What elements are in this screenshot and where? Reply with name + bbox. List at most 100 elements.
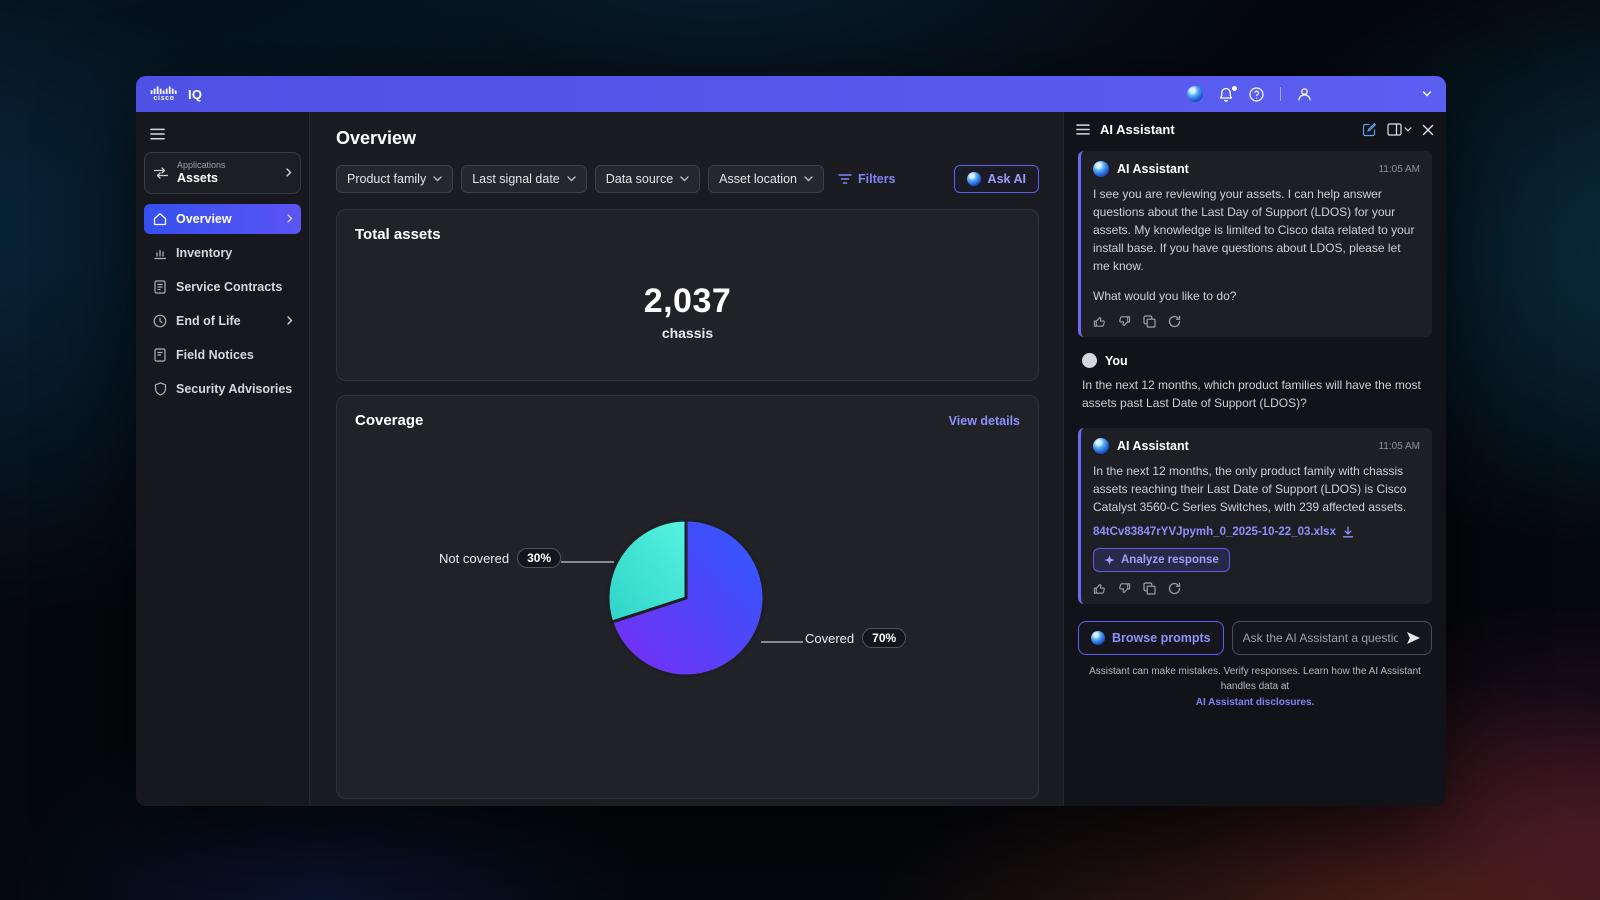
message-sender: AI Assistant bbox=[1117, 162, 1189, 176]
assistant-question-input[interactable] bbox=[1243, 631, 1398, 645]
regenerate-icon[interactable] bbox=[1168, 582, 1181, 595]
disclaimer-text: Assistant can make mistakes. Verify resp… bbox=[1089, 666, 1421, 693]
analyze-response-button[interactable]: Analyze response bbox=[1093, 548, 1230, 572]
message-timestamp: 11:05 AM bbox=[1378, 441, 1420, 452]
notice-document-icon bbox=[152, 348, 168, 362]
total-assets-title: Total assets bbox=[355, 226, 441, 243]
send-icon[interactable] bbox=[1406, 631, 1421, 645]
filter-label: Data source bbox=[606, 172, 673, 186]
assistant-message: AI Assistant 11:05 AM In the next 12 mon… bbox=[1078, 428, 1432, 604]
thumbs-down-icon[interactable] bbox=[1118, 582, 1131, 595]
not-covered-value-pill: 30% bbox=[517, 548, 561, 568]
total-assets-value-block: 2,037 chassis bbox=[337, 282, 1038, 341]
ask-ai-button[interactable]: Ask AI bbox=[954, 165, 1039, 193]
ai-assistant-avatar-icon bbox=[1093, 438, 1109, 454]
message-sender: AI Assistant bbox=[1117, 439, 1189, 453]
shield-icon bbox=[152, 382, 168, 396]
chevron-right-icon bbox=[287, 214, 293, 223]
sidebar-item-service-contracts[interactable]: Service Contracts bbox=[144, 272, 301, 302]
home-icon bbox=[152, 212, 168, 226]
notifications-icon[interactable] bbox=[1219, 87, 1233, 102]
sidebar-menu-icon[interactable] bbox=[144, 122, 171, 152]
new-chat-icon[interactable] bbox=[1362, 122, 1377, 137]
app-window: cisco IQ bbox=[136, 76, 1446, 806]
help-icon[interactable] bbox=[1249, 87, 1264, 102]
sidebar-item-security-advisories[interactable]: Security Advisories bbox=[144, 374, 301, 404]
user-avatar bbox=[1082, 353, 1097, 368]
inventory-chart-icon bbox=[152, 246, 168, 260]
ai-orb-icon bbox=[967, 172, 981, 186]
chevron-right-icon bbox=[286, 168, 292, 177]
sidebar-item-overview[interactable]: Overview bbox=[144, 204, 301, 234]
sidebar-item-end-of-life[interactable]: End of Life bbox=[144, 306, 301, 336]
filter-data-source[interactable]: Data source bbox=[595, 165, 700, 193]
window-chevron-down-icon[interactable] bbox=[1422, 91, 1432, 97]
filter-label: Last signal date bbox=[472, 172, 560, 186]
covered-callout-line bbox=[761, 641, 803, 643]
chevron-down-icon bbox=[680, 176, 689, 182]
panel-layout-icon[interactable] bbox=[1387, 123, 1412, 136]
ai-assistant-avatar-icon bbox=[1093, 161, 1109, 177]
application-switcher[interactable]: Applications Assets bbox=[144, 152, 301, 194]
ask-ai-label: Ask AI bbox=[988, 172, 1026, 186]
chevron-down-icon bbox=[567, 176, 576, 182]
filters-button[interactable]: Filters bbox=[838, 172, 896, 186]
assistant-header-actions bbox=[1362, 122, 1434, 137]
ai-orb-icon bbox=[1091, 631, 1105, 645]
thumbs-up-icon[interactable] bbox=[1093, 582, 1106, 595]
close-assistant-icon[interactable] bbox=[1422, 124, 1434, 136]
applications-label: Applications bbox=[177, 160, 278, 171]
message-sender: You bbox=[1105, 354, 1128, 368]
thumbs-down-icon[interactable] bbox=[1118, 315, 1131, 328]
analyze-response-label: Analyze response bbox=[1121, 554, 1219, 566]
applications-icon bbox=[153, 166, 169, 180]
assistant-menu-icon[interactable] bbox=[1076, 124, 1090, 135]
message-text: In the next 12 months, the only product … bbox=[1093, 462, 1420, 516]
page-title: Overview bbox=[336, 128, 1039, 149]
sidebar-item-field-notices[interactable]: Field Notices bbox=[144, 340, 301, 370]
filter-icon bbox=[838, 173, 852, 185]
copy-icon[interactable] bbox=[1143, 315, 1156, 328]
topbar: cisco IQ bbox=[136, 76, 1446, 112]
user-message: You In the next 12 months, which product… bbox=[1078, 351, 1432, 414]
view-details-link[interactable]: View details bbox=[949, 414, 1020, 428]
user-account-icon[interactable] bbox=[1297, 87, 1312, 102]
message-actions bbox=[1093, 315, 1420, 328]
disclaimer-link[interactable]: AI Assistant disclosures. bbox=[1084, 695, 1426, 711]
not-covered-text: Not covered bbox=[439, 551, 509, 566]
topbar-actions bbox=[1187, 86, 1432, 102]
assistant-disclaimer: Assistant can make mistakes. Verify resp… bbox=[1064, 655, 1446, 711]
assistant-message: AI Assistant 11:05 AM I see you are revi… bbox=[1078, 151, 1432, 337]
filter-last-signal-date[interactable]: Last signal date bbox=[461, 165, 587, 193]
coverage-title: Coverage bbox=[355, 412, 423, 429]
chevron-down-icon bbox=[804, 176, 813, 182]
chevron-down-icon bbox=[433, 176, 442, 182]
chevron-down-icon bbox=[1404, 127, 1412, 132]
thumbs-up-icon[interactable] bbox=[1093, 315, 1106, 328]
sidebar-item-inventory[interactable]: Inventory bbox=[144, 238, 301, 268]
assistant-header: AI Assistant bbox=[1064, 112, 1446, 143]
product-brand: IQ bbox=[188, 87, 202, 102]
regenerate-icon[interactable] bbox=[1168, 315, 1181, 328]
attachment-link[interactable]: 84tCv83847rYVJpymh_0_2025-10-22_03.xlsx bbox=[1093, 526, 1420, 538]
sparkle-icon bbox=[1104, 555, 1115, 566]
message-header: AI Assistant 11:05 AM bbox=[1093, 161, 1420, 177]
filter-product-family[interactable]: Product family bbox=[336, 165, 453, 193]
copy-icon[interactable] bbox=[1143, 582, 1156, 595]
cisco-logo: cisco bbox=[150, 86, 178, 102]
notification-badge-dot bbox=[1232, 86, 1237, 91]
browse-prompts-button[interactable]: Browse prompts bbox=[1078, 621, 1224, 655]
main-content: Overview Product family Last signal date… bbox=[310, 112, 1063, 806]
download-icon bbox=[1342, 526, 1354, 538]
coverage-card: Coverage View details Not covered 30% Co… bbox=[336, 395, 1039, 799]
ai-assistant-toggle-icon[interactable] bbox=[1187, 86, 1203, 102]
total-assets-unit: chassis bbox=[337, 325, 1038, 341]
covered-label: Covered 70% bbox=[805, 628, 906, 648]
message-header: AI Assistant 11:05 AM bbox=[1093, 438, 1420, 454]
assistant-input-wrap bbox=[1232, 621, 1432, 655]
clock-icon bbox=[152, 314, 168, 328]
message-header: You bbox=[1082, 353, 1428, 368]
filter-asset-location[interactable]: Asset location bbox=[708, 165, 824, 193]
document-icon bbox=[152, 280, 168, 294]
assistant-messages: AI Assistant 11:05 AM I see you are revi… bbox=[1064, 143, 1446, 604]
